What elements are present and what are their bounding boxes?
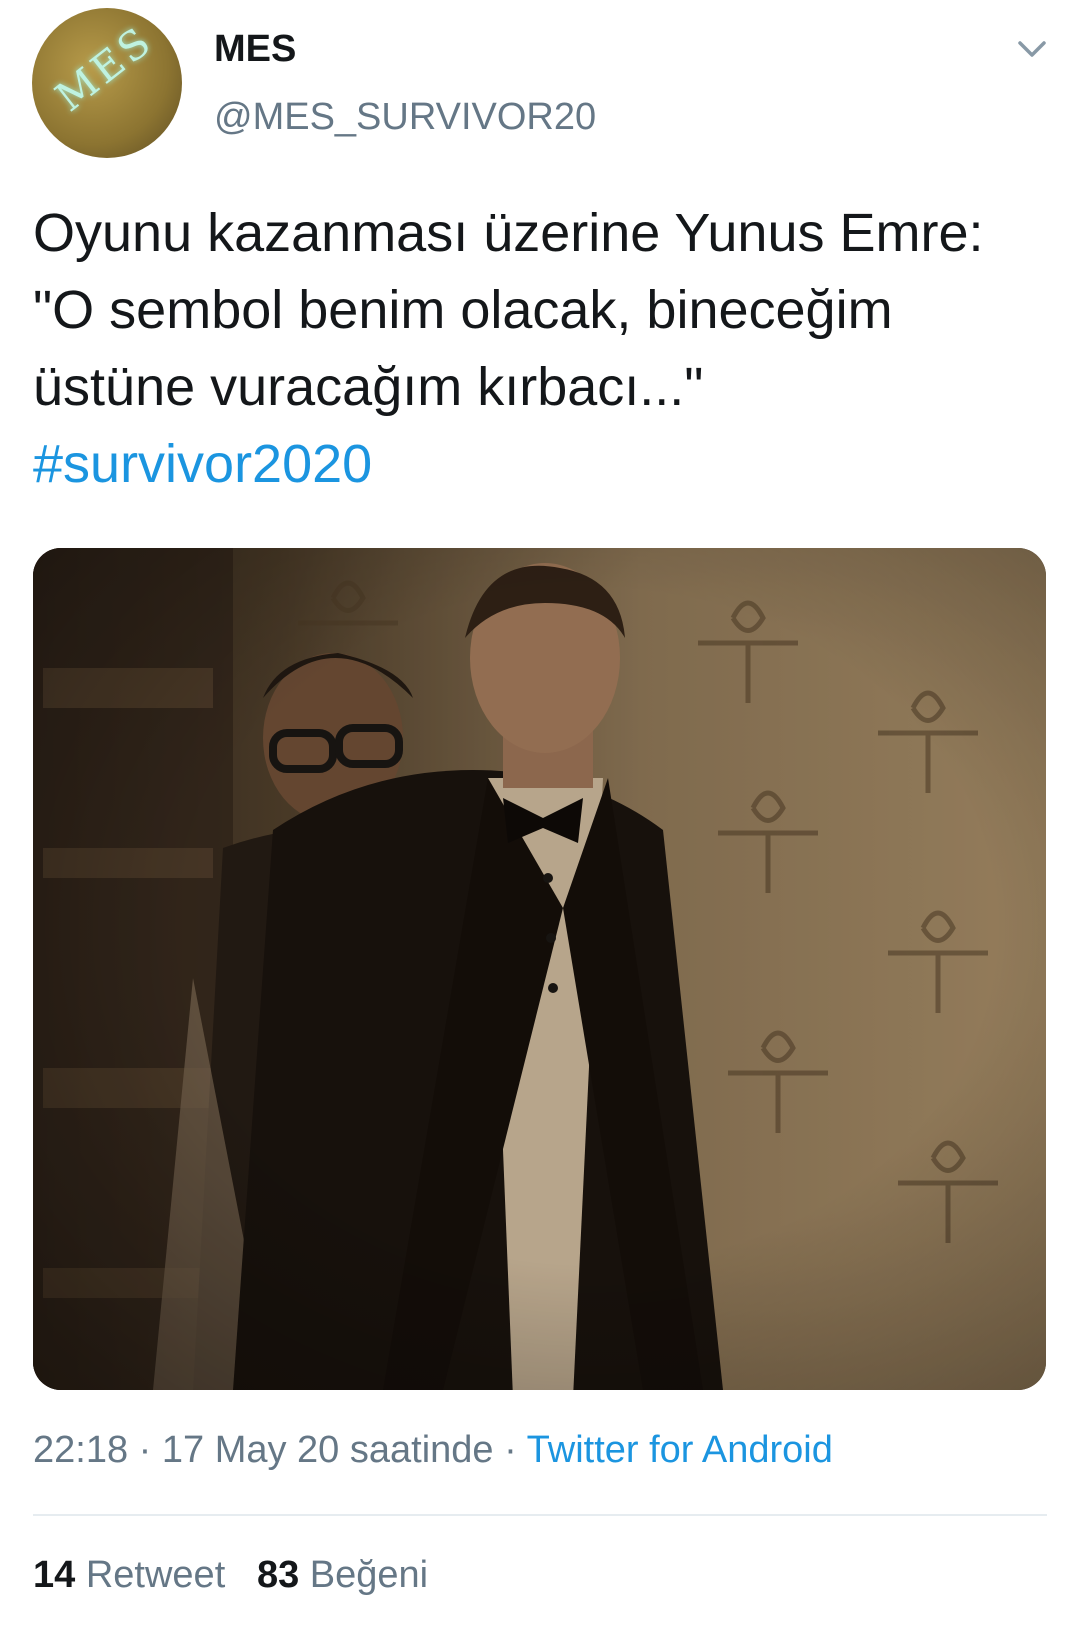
tweet-photo[interactable] [33,548,1046,1390]
retweets-label: Retweet [85,1554,226,1596]
user-handle[interactable]: @MES_SURVIVOR20 [214,96,596,139]
hashtag-link[interactable]: #survivor2020 [33,434,372,494]
tweet-stats: 14 Retweet 83 Beğeni [33,1554,428,1597]
tweet-source-link[interactable]: Twitter for Android [527,1429,833,1471]
meta-separator: · [504,1429,517,1471]
retweets-stat[interactable]: 14 Retweet [33,1554,236,1596]
chevron-down-icon[interactable] [1015,32,1049,66]
likes-label: Beğeni [309,1554,429,1596]
likes-count: 83 [256,1554,300,1596]
divider [33,1514,1047,1516]
photo-image [33,548,1046,1390]
retweets-count: 14 [33,1554,76,1596]
tweet-text: Oyunu kazanması üzerine Yunus Emre: "O s… [33,195,1033,503]
tweet-body: Oyunu kazanması üzerine Yunus Emre: "O s… [33,203,984,417]
tweet-meta: 22:18 · 17 May 20 saatinde · Twitter for… [33,1429,833,1472]
likes-stat[interactable]: 83 Beğeni [257,1554,428,1596]
tweet-date: 17 May 20 saatinde [161,1429,494,1471]
tweet-time: 22:18 [33,1429,129,1471]
display-name[interactable]: MES [214,28,296,71]
avatar-logo-text: MES [47,17,163,121]
avatar[interactable]: MES [32,8,182,158]
meta-separator: · [138,1429,152,1471]
